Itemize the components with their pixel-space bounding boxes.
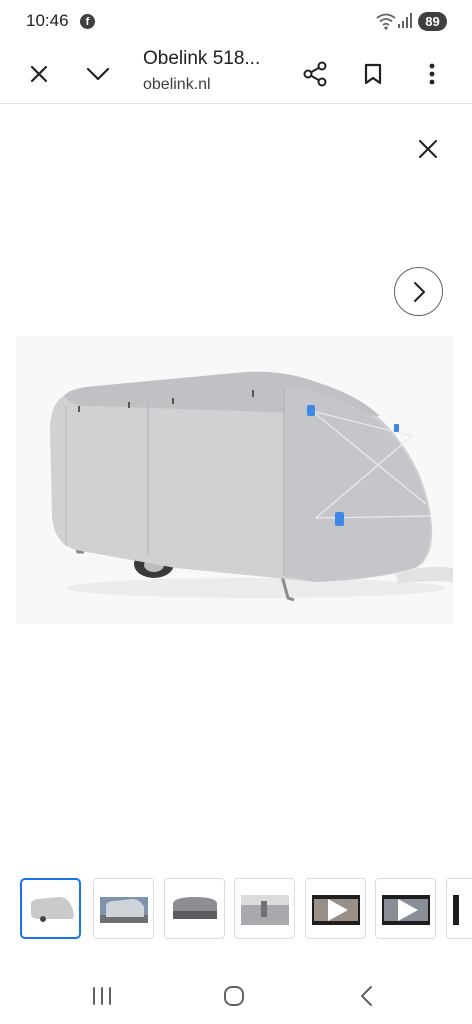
thumbnail-strip bbox=[0, 876, 472, 940]
home-icon bbox=[224, 986, 244, 1006]
thumbnail-image bbox=[99, 896, 148, 923]
page-url: obelink.nl bbox=[143, 76, 211, 93]
close-button[interactable] bbox=[19, 54, 59, 94]
chevron-right-icon bbox=[413, 281, 425, 302]
thumbnail-image bbox=[30, 896, 74, 922]
signal-icon bbox=[398, 13, 412, 28]
next-image-button[interactable] bbox=[394, 267, 443, 316]
close-icon bbox=[419, 140, 437, 158]
play-icon bbox=[381, 894, 430, 925]
thumbnail-image bbox=[240, 894, 289, 925]
home-button[interactable] bbox=[214, 980, 254, 1012]
share-icon bbox=[303, 61, 327, 87]
more-options-button[interactable] bbox=[412, 54, 452, 94]
close-icon bbox=[30, 65, 48, 83]
thumbnail-cover-detail[interactable] bbox=[234, 878, 295, 939]
share-button[interactable] bbox=[295, 54, 335, 94]
caravan-cover-image bbox=[16, 336, 453, 624]
status-bar: 10:46 f 89 bbox=[0, 0, 472, 44]
clock: 10:46 bbox=[26, 11, 69, 30]
play-icon bbox=[311, 894, 360, 925]
battery-indicator: 89 bbox=[418, 12, 447, 31]
browser-toolbar: Obelink 518... obelink.nl bbox=[0, 44, 472, 104]
thumbnail-image bbox=[172, 896, 217, 919]
thumbnail-caravan-rear[interactable] bbox=[164, 878, 225, 939]
thumbnail-caravan-cover[interactable] bbox=[20, 878, 81, 939]
facebook-icon: f bbox=[80, 14, 95, 29]
recent-apps-icon bbox=[93, 987, 111, 1005]
thumbnail-video-1[interactable] bbox=[305, 878, 366, 939]
bookmark-icon bbox=[364, 63, 382, 85]
thumbnail-video-2[interactable] bbox=[375, 878, 436, 939]
thumbnail-image bbox=[453, 894, 459, 925]
back-button[interactable] bbox=[346, 980, 386, 1012]
product-image[interactable] bbox=[16, 336, 453, 624]
recent-apps-button[interactable] bbox=[82, 980, 122, 1012]
chevron-down-icon bbox=[86, 67, 110, 81]
thumbnail-caravan-outdoor[interactable] bbox=[93, 878, 154, 939]
wifi-icon bbox=[376, 13, 396, 30]
minimize-button[interactable] bbox=[78, 54, 118, 94]
system-navigation-bar bbox=[0, 966, 472, 1024]
close-viewer-button[interactable] bbox=[408, 129, 448, 169]
page-title: Obelink 518... bbox=[143, 48, 261, 69]
back-icon bbox=[361, 986, 372, 1006]
thumbnail-more[interactable] bbox=[446, 878, 472, 939]
bookmark-button[interactable] bbox=[353, 54, 393, 94]
more-vert-icon bbox=[429, 63, 435, 85]
